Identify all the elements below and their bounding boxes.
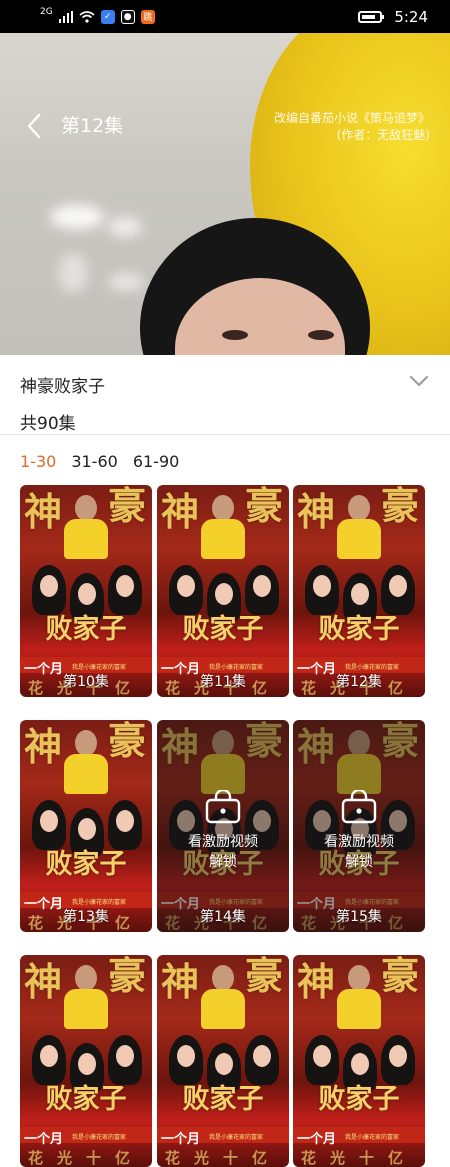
episode-card[interactable]: 神豪败家子 一个月 我是小康花家的富家 花光十亿 第10集 [20, 485, 152, 697]
poster-char-left: 神 [161, 959, 200, 1004]
episode-card[interactable]: 神豪败家子 一个月 我是小康花家的富家 花光十亿 看激励视频解锁 第15集 [293, 720, 425, 932]
episode-count: 共90集 [20, 414, 76, 434]
status-left: 2G ✓ ● 跳 [40, 6, 155, 24]
poster-small-text: 我是小康花家的富家 [209, 664, 264, 671]
poster-man [64, 730, 108, 794]
poster-subtitle: 败家子 [318, 1084, 400, 1115]
credit-line-1: 改编自番茄小说《策马追梦》 [273, 111, 430, 125]
poster-man [337, 965, 381, 1029]
poster-char-left: 神 [24, 489, 63, 534]
woman-eye [222, 330, 248, 340]
range-tab-31-60[interactable]: 31-60 [71, 452, 118, 471]
ceiling-light [50, 205, 104, 229]
poster-man [201, 495, 245, 559]
poster-month-text: 一个月 [24, 1132, 64, 1147]
jump-app-icon: 跳 [140, 9, 155, 24]
credit-line-2: (作者：无敌狂魅) [336, 128, 430, 142]
poster-small-text: 我是小康花家的富家 [345, 664, 400, 671]
poster-subtitle: 败家子 [182, 1084, 264, 1115]
poster-subtitle: 败家子 [182, 614, 264, 645]
network-type: 2G [40, 6, 53, 17]
poster-man [64, 495, 108, 559]
poster-char-right: 豪 [107, 955, 146, 998]
poster-small-text: 我是小康花家的富家 [209, 1134, 264, 1141]
poster-char-left: 神 [24, 724, 63, 769]
lock-icon [341, 790, 377, 824]
poster-small-text: 我是小康花家的富家 [72, 664, 127, 671]
episode-card[interactable]: 神豪败家子 一个月 我是小康花家的富家 花光十亿 第11集 [157, 485, 289, 697]
poster-man [64, 965, 108, 1029]
poster-subtitle: 败家子 [318, 614, 400, 645]
lock-icon [205, 790, 241, 824]
ceiling-light [108, 217, 142, 237]
episode-card[interactable]: 神豪败家子 一个月 我是小康花家的富家 花光十亿 第12集 [293, 485, 425, 697]
lock-block: 看激励视频解锁 [293, 720, 425, 932]
shield-app-icon: ✓ [100, 9, 115, 24]
video-player[interactable]: 第12集 改编自番茄小说《策马追梦》 (作者：无敌狂魅) [0, 33, 450, 355]
unlock-text: 看激励视频解锁 [324, 834, 394, 870]
poster-small-text: 我是小康花家的富家 [72, 1134, 127, 1141]
range-tab-61-90[interactable]: 61-90 [133, 452, 180, 471]
lock-block: 看激励视频解锁 [157, 720, 289, 932]
wechat-icon: ● [120, 9, 135, 24]
poster-char-left: 神 [297, 959, 336, 1004]
chevron-down-icon[interactable] [408, 373, 430, 389]
woman-eye [308, 330, 334, 340]
back-arrow-icon[interactable] [22, 111, 48, 141]
poster-char-right: 豪 [380, 485, 419, 528]
poster-subtitle: 败家子 [45, 614, 127, 645]
poster-char-left: 神 [297, 489, 336, 534]
episode-range-tabs: 1-30 31-60 61-90 [20, 452, 179, 471]
battery-icon [358, 10, 385, 23]
clock: 5:24 [394, 7, 428, 26]
poster-man [337, 495, 381, 559]
poster-man [201, 965, 245, 1029]
wifi-icon [79, 10, 95, 23]
episode-title: 第12集 [61, 115, 124, 137]
poster-char-left: 神 [24, 959, 63, 1004]
episode-card[interactable]: 神 豪败家子一个月 我是小康花家的富家花光十亿 [157, 955, 289, 1167]
status-bar: 2G ✓ ● 跳 5:24 [0, 0, 450, 33]
episode-label: 第14集 [200, 909, 246, 925]
poster-char-right: 豪 [380, 955, 419, 998]
poster-subtitle: 败家子 [45, 849, 127, 880]
episode-label: 第12集 [336, 674, 382, 690]
range-tab-1-30[interactable]: 1-30 [20, 452, 56, 471]
episode-card[interactable]: 神豪败家子 一个月 我是小康花家的富家 花光十亿 看激励视频解锁 第14集 [157, 720, 289, 932]
ceiling-light [58, 253, 88, 293]
status-right: 5:24 [358, 8, 428, 26]
ceiling-light [108, 273, 144, 291]
poster-char-right: 豪 [244, 955, 283, 998]
poster-month-text: 一个月 [297, 1132, 337, 1147]
poster-char-right: 豪 [244, 485, 283, 528]
episode-card[interactable]: 神豪败家子 一个月 我是小康花家的富家 花光十亿 第13集 [20, 720, 152, 932]
poster-char-left: 神 [161, 489, 200, 534]
episode-card[interactable]: 神 豪败家子一个月 我是小康花家的富家花光十亿 [293, 955, 425, 1167]
poster-month-text: 一个月 [161, 1132, 201, 1147]
episode-label: 第15集 [336, 909, 382, 925]
unlock-text: 看激励视频解锁 [188, 834, 258, 870]
poster-bottom-text: 花光十亿 [164, 1149, 281, 1167]
episode-card[interactable]: 神 豪败家子一个月 我是小康花家的富家花光十亿 [20, 955, 152, 1167]
poster-subtitle: 败家子 [45, 1084, 127, 1115]
drama-title: 神豪败家子 [20, 377, 105, 397]
source-credit: 改编自番茄小说《策马追梦》 (作者：无敌狂魅) [274, 110, 430, 144]
poster-bottom-text: 花光十亿 [27, 1149, 144, 1167]
poster-char-right: 豪 [107, 485, 146, 528]
poster-char-right: 豪 [107, 720, 146, 763]
episode-label: 第13集 [63, 909, 109, 925]
poster-small-text: 我是小康花家的富家 [72, 899, 127, 906]
episode-label: 第11集 [200, 674, 246, 690]
drama-info: 神豪败家子 共90集 [20, 372, 105, 434]
poster-small-text: 我是小康花家的富家 [345, 1134, 400, 1141]
divider [0, 434, 450, 435]
episode-label: 第10集 [63, 674, 109, 690]
signal-icon [58, 10, 73, 23]
poster-bottom-text: 花光十亿 [300, 1149, 417, 1167]
